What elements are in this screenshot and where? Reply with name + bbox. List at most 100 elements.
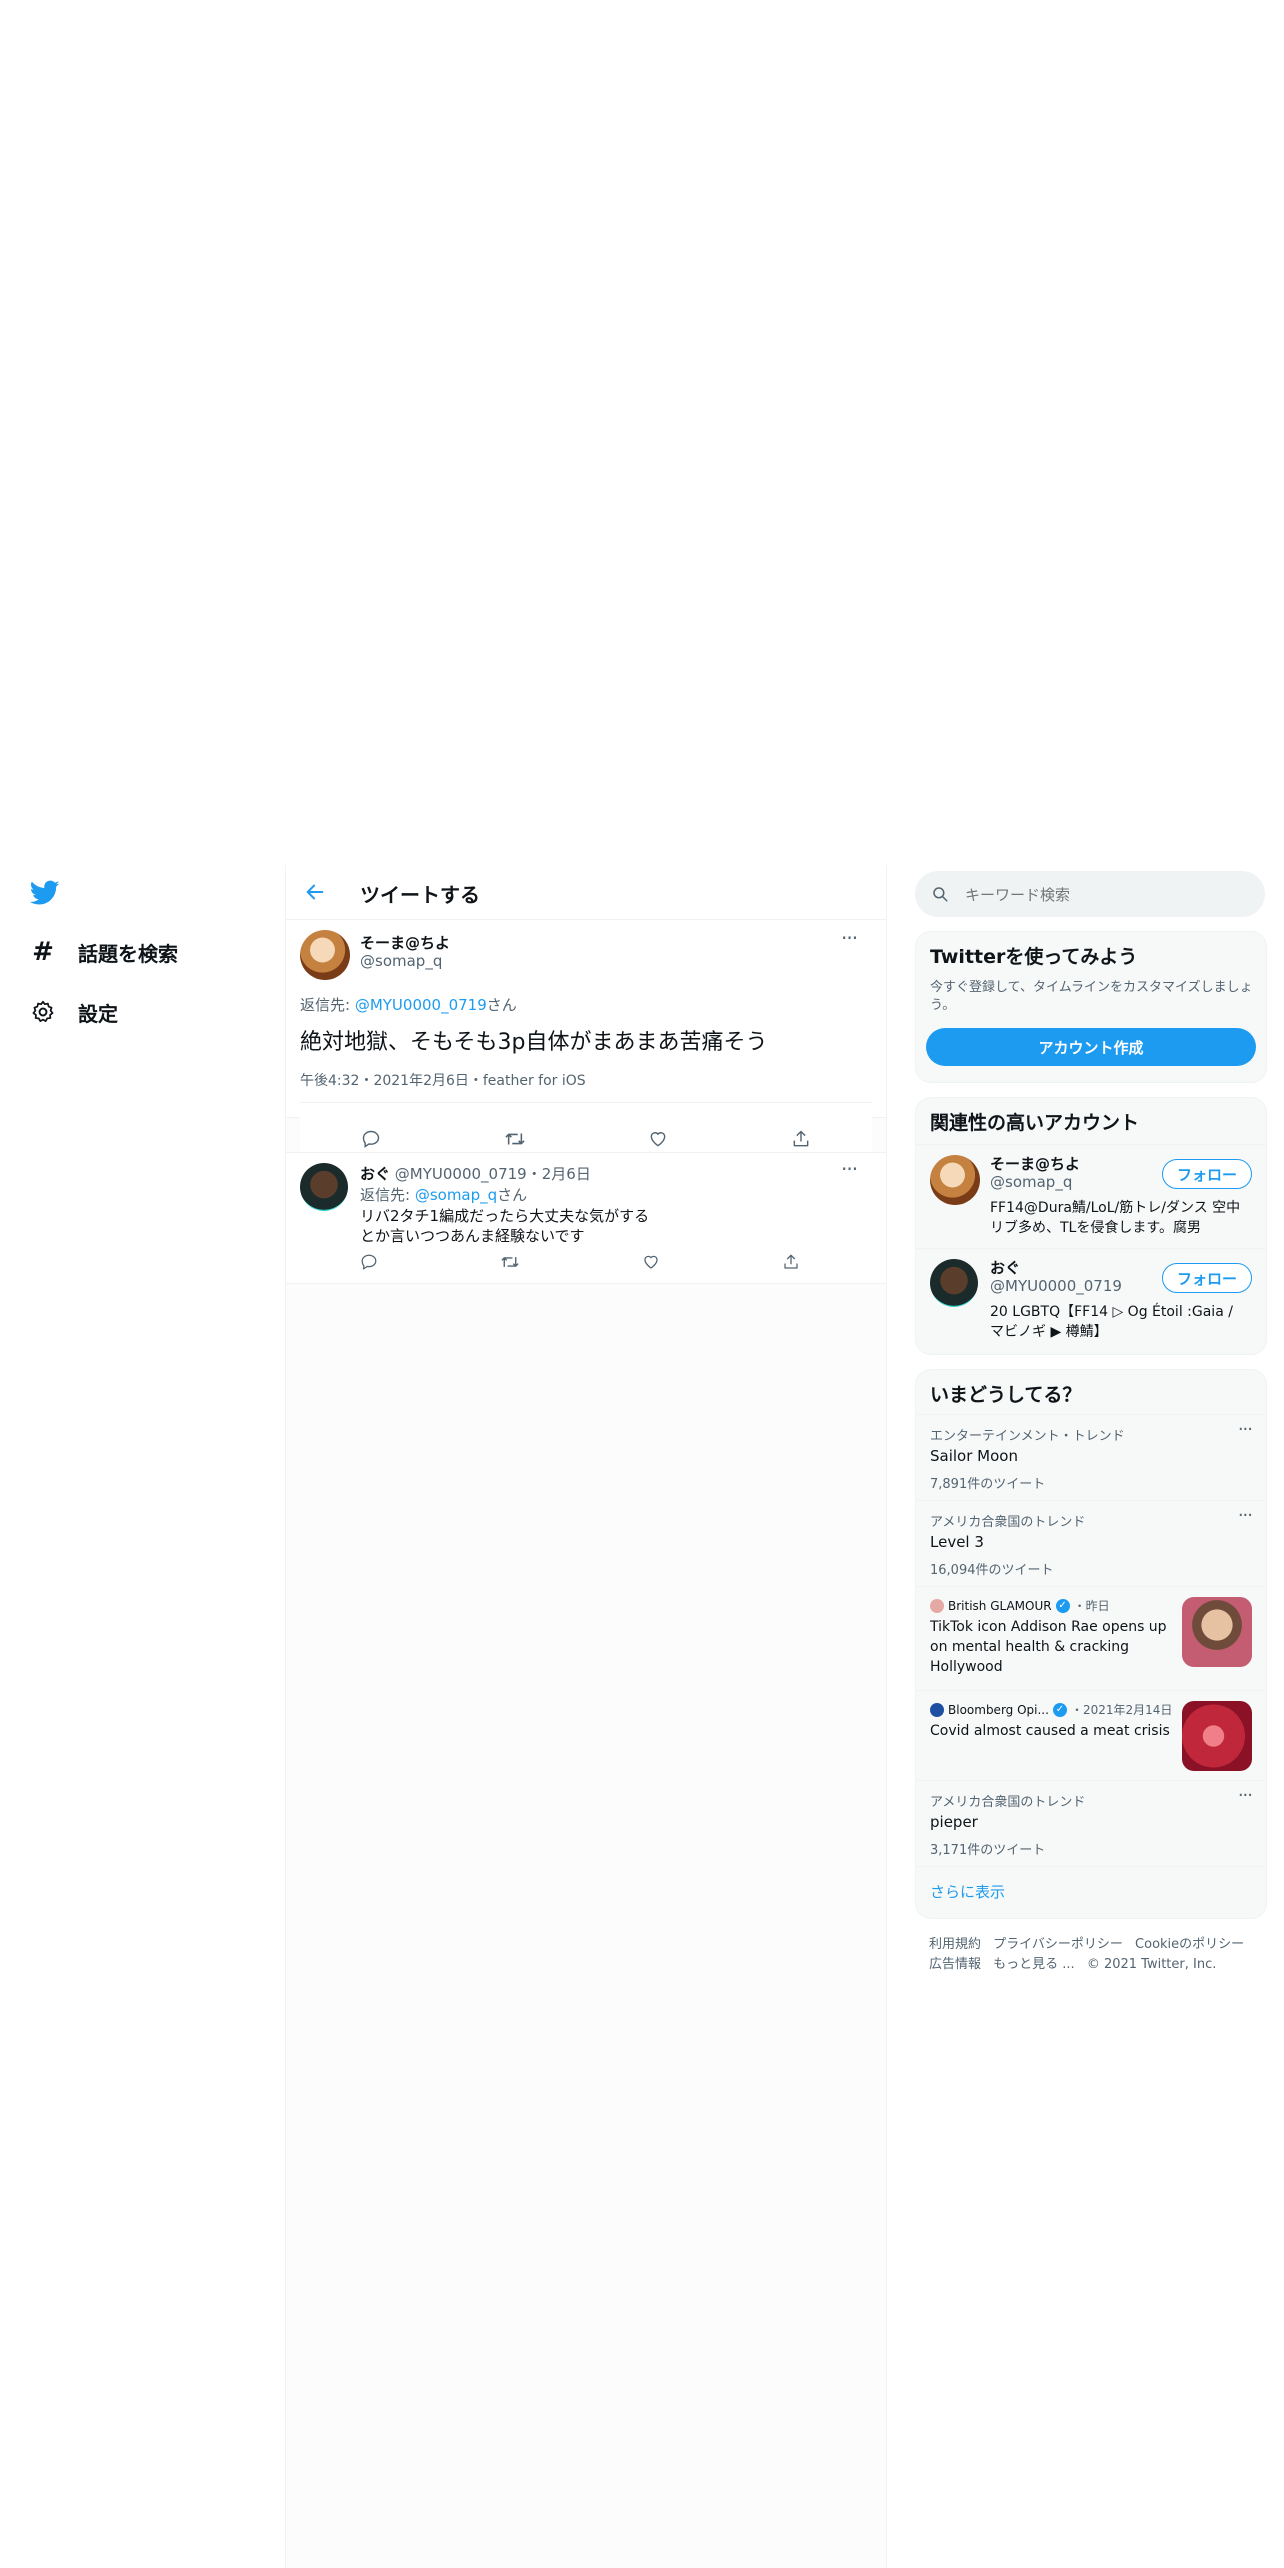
like-icon[interactable] [642,1253,660,1275]
more-icon[interactable]: ··· [841,1157,858,1181]
tweet-display-name[interactable]: おぐ [360,1165,390,1183]
page-header: ツイートする [286,865,886,920]
avatar[interactable] [930,1259,978,1307]
more-icon[interactable]: ··· [1238,1419,1253,1440]
footer-copyright: © 2021 Twitter, Inc. [1086,1957,1217,1972]
retweet-icon[interactable] [500,1253,520,1275]
reply-to-link[interactable]: @somap_q [415,1186,497,1204]
trend-item[interactable]: エンターテインメント・トレンド ··· Sailor Moon 7,891件のツ… [916,1414,1266,1501]
tweet-date[interactable]: ・2月6日 [527,1165,591,1183]
footer-row: 利用規約 プライバシーポリシー Cookieのポリシー [929,1935,1244,1955]
footer-link[interactable]: プライバシーポリシー [993,1937,1123,1952]
create-account-label: アカウント作成 [1038,1038,1144,1057]
news-time: ・昨日 [1073,1599,1110,1613]
reply-to-link[interactable]: @MYU0000_0719 [355,996,487,1014]
twitter-logo-icon[interactable] [30,880,60,906]
show-more-row[interactable]: さらに表示 [916,1866,1266,1917]
avatar[interactable] [930,1155,980,1205]
more-icon[interactable]: ··· [841,926,858,950]
account-bio: マビノギ ▶ 樽鯖】 [990,1324,1108,1340]
news-item[interactable]: British GLAMOUR ✓ ・昨日 TikTok icon Addiso… [916,1586,1266,1691]
follow-button[interactable]: フォロー [1162,1263,1252,1293]
reply-context: 返信先: @somap_qさん [360,1184,527,1205]
nav-explore[interactable]: # 話題を検索 [30,932,178,972]
footer-link[interactable]: 広告情報 [929,1957,981,1972]
news-headline: TikTok icon Addison Rae opens up [930,1619,1167,1635]
retweet-icon[interactable] [504,1129,526,1149]
signup-desc: 今すぐ登録して、タイムラインをカスタマイズしましょ [930,980,1253,995]
news-headline: Covid almost caused a meat crisis [930,1723,1170,1739]
account-handle[interactable]: @somap_q [990,1173,1072,1191]
news-source-row: Bloomberg Opi... ✓ ・2021年2月14日 [930,1701,1172,1718]
search-icon [931,885,949,903]
back-arrow-icon[interactable] [304,881,326,903]
trends-title: いまどうしてる？ [930,1384,1082,1406]
news-item[interactable]: Bloomberg Opi... ✓ ・2021年2月14日 Covid alm… [916,1690,1266,1781]
account-bio: リブ多め、TLを侵食します。腐男 [990,1220,1201,1236]
signup-desc: う。 [930,998,956,1013]
like-icon[interactable] [648,1129,668,1149]
tweet-display-name[interactable]: そーま@ちよ [360,932,450,953]
avatar[interactable] [300,930,350,980]
nav-settings-label: 設定 [78,1001,118,1026]
nav-settings[interactable]: 設定 [30,992,118,1032]
reply-suffix: さん [497,1186,528,1204]
trend-category: アメリカ合衆国のトレンド [930,1515,1086,1530]
account-name[interactable]: そーま@ちよ [990,1153,1080,1174]
footer-row: 広告情報 もっと見る ... © 2021 Twitter, Inc. [929,1955,1244,1975]
create-account-button[interactable]: アカウント作成 [926,1028,1256,1066]
verified-badge-icon: ✓ [1055,1598,1070,1613]
search-box[interactable] [915,871,1265,917]
account-bio: 20 LGBTQ【FF14 ▷ Og Étoil :Gaia / [990,1304,1233,1320]
footer-link[interactable]: Cookieのポリシー [1135,1937,1244,1952]
tweet-handle[interactable]: @MYU0000_0719 [395,1165,527,1183]
follow-button[interactable]: フォロー [1162,1159,1252,1189]
more-icon[interactable]: ··· [1238,1505,1253,1526]
trend-item[interactable]: アメリカ合衆国のトレンド ··· pieper 3,171件のツイート [916,1780,1266,1867]
reply-tweet[interactable]: おぐ @MYU0000_0719・2月6日 ··· 返信先: @somap_qさ… [286,1152,886,1284]
reply-icon[interactable] [361,1129,381,1149]
tweet-handle[interactable]: @somap_q [360,952,442,970]
news-headline: on mental health & cracking [930,1639,1130,1655]
reply-context: 返信先: @MYU0000_0719さん [300,994,517,1015]
news-source: British GLAMOUR [948,1598,1052,1613]
news-thumbnail [1182,1701,1252,1771]
related-title: 関連性の高いアカウント [930,1112,1140,1134]
page-title: ツイートする [360,883,480,907]
follow-label: フォロー [1176,1269,1237,1288]
account-item[interactable]: おぐ @MYU0000_0719 フォロー 20 LGBTQ【FF14 ▷ Og… [916,1248,1266,1353]
trend-name: Sailor Moon [930,1447,1018,1465]
main-tweet: そーま@ちよ @somap_q ··· 返信先: @MYU0000_0719さん… [286,920,886,1118]
footer-link[interactable]: もっと見る ... [993,1957,1075,1972]
tweet-text: 絶対地獄、そもそも3p自体がまあまあ苦痛そう [300,1030,768,1055]
signup-card: Twitterを使ってみよう 今すぐ登録して、タイムラインをカスタマイズしましょ… [915,931,1267,1083]
main-column: ツイートする そーま@ちよ @somap_q ··· 返信先: @MYU0000… [285,865,887,2568]
trend-count: 16,094件のツイート [930,1563,1054,1578]
avatar[interactable] [300,1163,348,1211]
share-icon[interactable] [791,1129,811,1149]
verified-badge-icon: ✓ [1052,1702,1067,1717]
tweet-meta[interactable]: 午後4:32・2021年2月6日・feather for iOS [300,1070,586,1090]
trend-name: pieper [930,1813,978,1831]
account-item[interactable]: そーま@ちよ @somap_q フォロー FF14@Dura鯖/LoL/筋トレ/… [916,1144,1266,1249]
reply-header: おぐ @MYU0000_0719・2月6日 [360,1163,591,1184]
nav-explore-label: 話題を検索 [78,941,178,966]
account-name[interactable]: おぐ [990,1257,1020,1278]
reply-icon[interactable] [360,1253,378,1275]
trend-item[interactable]: アメリカ合衆国のトレンド ··· Level 3 16,094件のツイート [916,1500,1266,1587]
share-icon[interactable] [782,1253,800,1275]
more-icon[interactable]: ··· [1238,1785,1253,1806]
trend-category: アメリカ合衆国のトレンド [930,1795,1086,1810]
hashtag-icon: # [32,937,54,967]
trend-count: 3,171件のツイート [930,1843,1046,1858]
footer-links: 利用規約 プライバシーポリシー Cookieのポリシー 広告情報 もっと見る .… [929,1935,1244,1975]
search-input[interactable] [963,881,1247,909]
footer-link[interactable]: 利用規約 [929,1937,981,1952]
trend-category: エンターテインメント・トレンド [930,1429,1125,1444]
news-headline: Hollywood [930,1659,1003,1675]
show-more-link[interactable]: さらに表示 [930,1881,1005,1902]
news-thumbnail [1182,1597,1252,1667]
source-logo-icon [930,1702,944,1717]
trend-count: 7,891件のツイート [930,1477,1046,1492]
account-handle[interactable]: @MYU0000_0719 [990,1277,1122,1295]
